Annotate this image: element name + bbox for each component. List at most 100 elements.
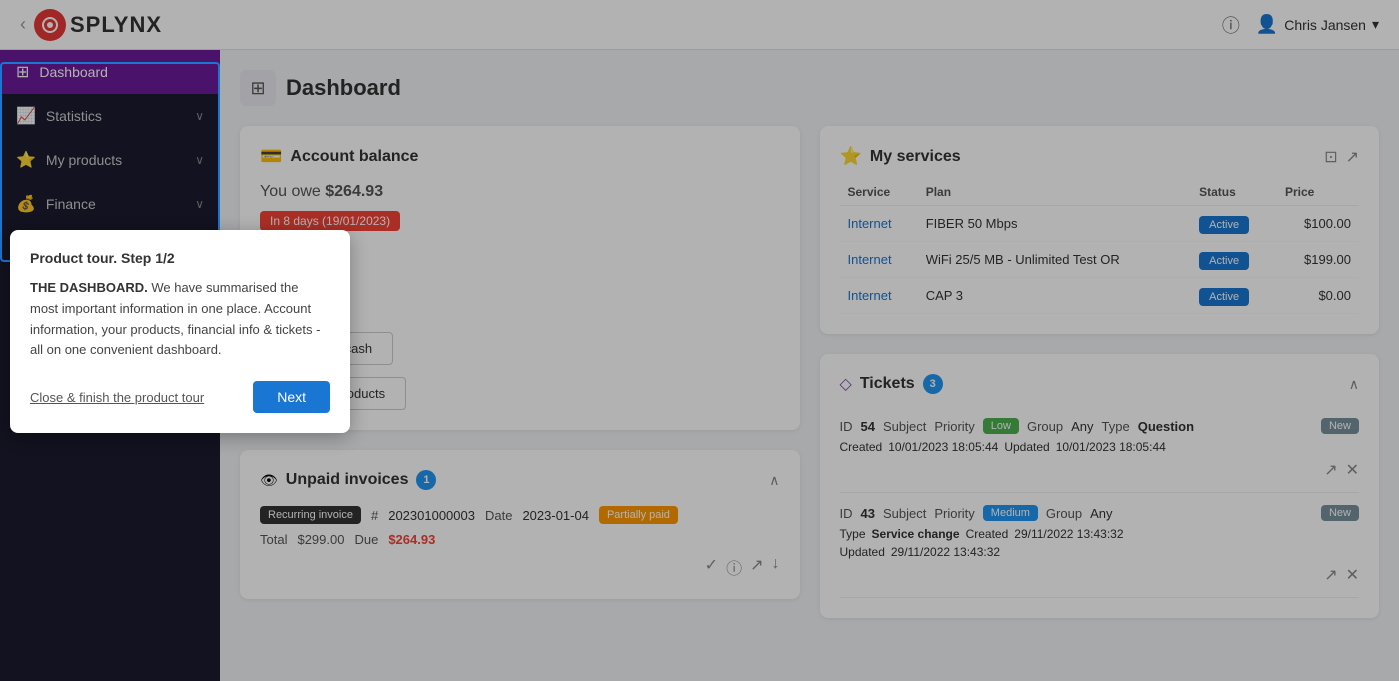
logo-icon [34, 9, 66, 41]
expand-icon[interactable]: ↗ [1346, 147, 1359, 167]
price-cell: $100.00 [1277, 206, 1359, 242]
sidebar-item-statistics[interactable]: 📈 Statistics ∨ [0, 94, 220, 138]
invoice-date: 2023-01-04 [522, 508, 589, 523]
content-grid: 💳 Account balance You owe $264.93 In 8 d… [240, 126, 1379, 618]
page-header: ⊞ Dashboard [240, 70, 1379, 106]
invoice-date-label: Date [485, 508, 512, 523]
unpaid-invoices-card: 👁 Unpaid invoices 1 ∧ Recurring invoice … [240, 450, 800, 599]
myproducts-icon: ⭐ [16, 150, 36, 170]
collapse-icon[interactable]: ∧ [769, 472, 779, 489]
invoice-totals-row: Total $299.00 Due $264.93 [260, 532, 780, 547]
plan-cell: WiFi 25/5 MB - Unlimited Test OR [918, 242, 1191, 278]
tour-title: Product tour. Step 1/2 [30, 250, 330, 266]
ticket-id-54: 54 [861, 419, 875, 434]
ticket-actions-43: ↗ ✕ [840, 565, 1360, 585]
back-button[interactable]: ‹ [20, 14, 26, 35]
tickets-collapse-icon[interactable]: ∧ [1349, 376, 1359, 393]
sidebar-item-left: ⭐ My products [16, 150, 122, 170]
tickets-icon: ◇ [840, 374, 852, 394]
tickets-card: ◇ Tickets 3 ∧ ID 54 Subject Priority [820, 354, 1380, 618]
sidebar-item-left: 💰 Finance [16, 194, 96, 214]
user-name: Chris Jansen [1284, 17, 1366, 33]
ticket-subject-label-54: Subject [883, 419, 926, 434]
tour-body: THE DASHBOARD. We have summarised the mo… [30, 278, 330, 361]
you-owe-label: You owe $264.93 [260, 183, 780, 201]
status-cell: Active [1191, 242, 1277, 278]
ticket-close-icon-43[interactable]: ✕ [1346, 565, 1359, 585]
service-cell[interactable]: Internet [840, 242, 918, 278]
invoice-type-badge: Recurring invoice [260, 506, 361, 524]
ticket-type-54: Question [1138, 419, 1194, 434]
sidebar-label-dashboard: Dashboard [39, 64, 108, 80]
chevron-icon: ∨ [195, 109, 204, 123]
service-cell[interactable]: Internet [840, 278, 918, 314]
tour-footer: Close & finish the product tour Next [30, 381, 330, 413]
col-price: Price [1277, 179, 1359, 206]
page-title: Dashboard [286, 75, 401, 101]
ticket-expand-icon-43[interactable]: ↗ [1324, 565, 1337, 585]
ticket-group-54: Any [1071, 419, 1093, 434]
services-header: ⭐ My services ⊡ ↗ [840, 146, 1360, 167]
sidebar-item-finance[interactable]: 💰 Finance ∨ [0, 182, 220, 226]
close-tour-button[interactable]: Close & finish the product tour [30, 390, 204, 405]
service-cell[interactable]: Internet [840, 206, 918, 242]
partial-badge: Partially paid [599, 506, 678, 524]
status-cell: Active [1191, 278, 1277, 314]
col-service: Service [840, 179, 918, 206]
plan-cell: FIBER 50 Mbps [918, 206, 1191, 242]
user-menu[interactable]: 👤 Chris Jansen ▾ [1256, 14, 1379, 35]
status-cell: Active [1191, 206, 1277, 242]
services-table-header: Service Plan Status Price [840, 179, 1360, 206]
header-right: ⓘ 👤 Chris Jansen ▾ [1222, 12, 1379, 38]
invoice-total-label: Total [260, 532, 287, 547]
sidebar-item-left: ⊞ Dashboard [16, 62, 108, 82]
ticket-expand-icon-54[interactable]: ↗ [1324, 460, 1337, 480]
user-chevron: ▾ [1372, 16, 1379, 33]
sidebar-item-dashboard[interactable]: ⊞ Dashboard [0, 50, 220, 94]
ticket-id-label: ID [840, 419, 853, 434]
logo-area: ‹ SPLYNX [20, 9, 162, 41]
info-icon[interactable]: ⓘ [726, 555, 742, 579]
tickets-header: ◇ Tickets 3 ∧ [840, 374, 1360, 394]
next-button[interactable]: Next [253, 381, 330, 413]
col-status: Status [1191, 179, 1277, 206]
unpaid-title: Unpaid invoices [286, 471, 409, 489]
tour-popup: Product tour. Step 1/2 THE DASHBOARD. We… [10, 230, 350, 433]
top-header: ‹ SPLYNX ⓘ 👤 Chris Jansen ▾ [0, 0, 1399, 50]
invoice-total: $299.00 [297, 532, 344, 547]
services-icon: ⭐ [840, 146, 862, 167]
check-icon[interactable]: ✓ [705, 555, 718, 579]
ticket-row1-43: ID 43 Subject Priority Medium Group Any … [840, 505, 1360, 521]
unpaid-header: 👁 Unpaid invoices 1 ∧ [260, 470, 780, 490]
logo-text: SPLYNX [70, 12, 162, 38]
export-icon[interactable]: ↗ [750, 555, 763, 579]
ticket-actions-54: ↗ ✕ [840, 460, 1360, 480]
balance-icon: 💳 [260, 146, 282, 167]
ticket-group-43: Any [1090, 506, 1112, 521]
invoice-due-label: Due [354, 532, 378, 547]
right-column: ⭐ My services ⊡ ↗ Service Plan [820, 126, 1380, 618]
services-title-area: ⭐ My services [840, 146, 961, 167]
chevron-icon: ∨ [195, 153, 204, 167]
type-label-43: Type [840, 527, 866, 541]
invoice-due: $264.93 [388, 532, 435, 547]
statistics-icon: 📈 [16, 106, 36, 126]
sidebar-label-finance: Finance [46, 196, 96, 212]
unpaid-count-badge: 1 [416, 470, 436, 490]
download-icon[interactable]: ↓ [772, 555, 780, 579]
help-icon[interactable]: ⓘ [1222, 12, 1240, 38]
balance-amount: $264.93 [325, 183, 383, 200]
ticket-close-icon-54[interactable]: ✕ [1346, 460, 1359, 480]
invoice-number: 202301000003 [388, 508, 475, 523]
updated-label-54: Updated [1004, 440, 1049, 454]
col-plan: Plan [918, 179, 1191, 206]
price-cell: $0.00 [1277, 278, 1359, 314]
invoice-hash: # [371, 508, 378, 523]
sidebar-item-myproducts[interactable]: ⭐ My products ∨ [0, 138, 220, 182]
ticket-entry-43: ID 43 Subject Priority Medium Group Any … [840, 493, 1360, 598]
services-table: Service Plan Status Price Internet FIBER… [840, 179, 1360, 314]
priority-badge-54: Low [983, 418, 1019, 434]
my-services-card: ⭐ My services ⊡ ↗ Service Plan [820, 126, 1380, 334]
grid-icon[interactable]: ⊡ [1324, 147, 1337, 167]
invoice-row: Recurring invoice # 202301000003 Date 20… [260, 506, 780, 524]
